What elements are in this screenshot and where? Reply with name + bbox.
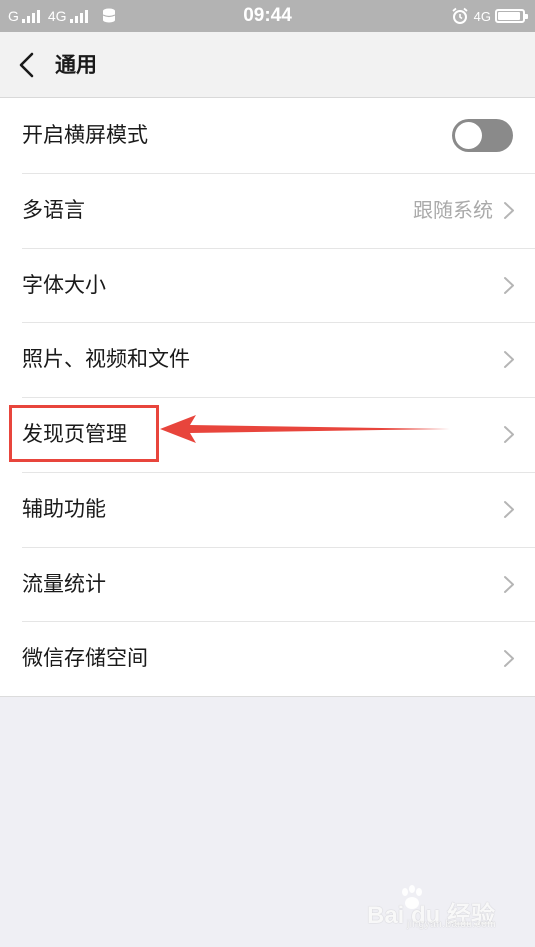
landscape-toggle[interactable] <box>452 119 513 152</box>
watermark-url: jingyan.baidu.com <box>407 919 497 930</box>
setting-landscape-mode[interactable]: 开启横屏模式 <box>0 98 535 173</box>
setting-font-size[interactable]: 字体大小 <box>0 247 535 323</box>
setting-media-files[interactable]: 照片、视频和文件 <box>0 322 535 397</box>
setting-language[interactable]: 多语言 跟随系统 <box>0 172 535 248</box>
chevron-right-icon <box>504 575 514 593</box>
red-arrow-annotation <box>160 415 450 443</box>
row-label: 流量统计 <box>22 571 106 596</box>
row-label: 字体大小 <box>22 272 106 297</box>
chevron-right-icon <box>504 650 514 668</box>
status-right: 4G <box>451 0 528 32</box>
status-bar: G 4G 09:44 4G <box>0 0 535 32</box>
row-label: 开启横屏模式 <box>22 123 148 147</box>
row-label: 微信存储空间 <box>22 646 148 671</box>
baidu-watermark: Bai du 经验 jingyan.baidu.com <box>367 883 507 933</box>
chevron-left-icon[interactable] <box>16 51 40 79</box>
chevron-right-icon <box>504 276 514 294</box>
highlight-box <box>9 405 159 462</box>
row-label: 辅助功能 <box>22 496 106 521</box>
chevron-right-icon <box>504 426 514 443</box>
battery-icon <box>495 9 528 23</box>
setting-accessibility[interactable]: 辅助功能 <box>0 471 535 547</box>
row-label: 多语言 <box>22 197 85 222</box>
nav-bar: 通用 <box>0 32 535 98</box>
setting-data-usage[interactable]: 流量统计 <box>0 546 535 622</box>
battery-fill <box>498 12 520 20</box>
settings-list: 开启横屏模式 多语言 跟随系统 字体大小 照片、视频和文件 发现页管理 辅助功能… <box>0 98 535 697</box>
row-label: 照片、视频和文件 <box>22 347 190 372</box>
chevron-right-icon <box>504 351 514 369</box>
alarm-icon <box>452 7 468 24</box>
chevron-right-icon <box>504 201 514 219</box>
setting-storage[interactable]: 微信存储空间 <box>0 621 535 696</box>
network-type-label: 4G <box>473 8 491 24</box>
chevron-right-icon <box>504 500 514 518</box>
page-title: 通用 <box>55 53 97 77</box>
language-value: 跟随系统 <box>413 197 493 222</box>
toggle-knob <box>455 122 482 149</box>
